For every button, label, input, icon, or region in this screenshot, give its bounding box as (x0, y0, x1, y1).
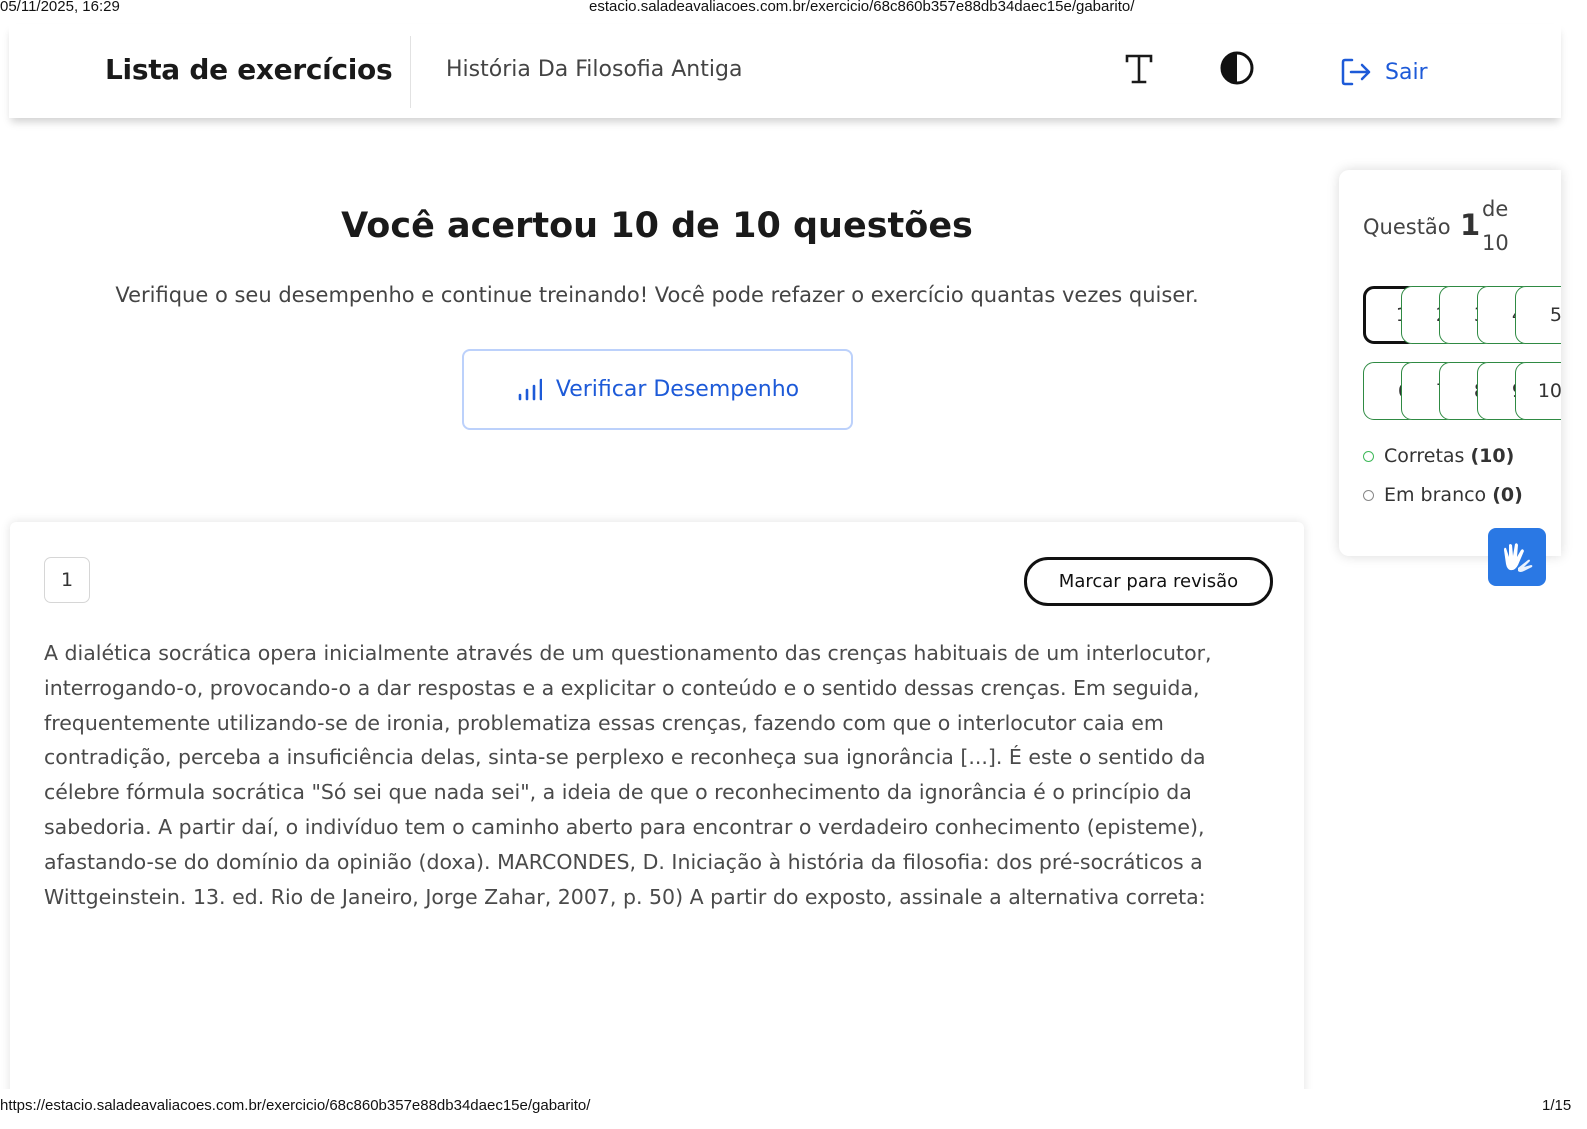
legend-correct-label: Corretas (1384, 445, 1465, 467)
navigator-current: 1 (1460, 208, 1481, 242)
font-size-button[interactable] (1119, 48, 1159, 88)
navigator-total: 10 (1482, 231, 1509, 255)
footer-url: https://estacio.saladeavaliacoes.com.br/… (0, 1097, 591, 1114)
question-card: 1 Marcar para revisão A dialética socrát… (10, 522, 1304, 1102)
print-url: estacio.saladeavaliacoes.com.br/exercici… (589, 0, 1135, 15)
question-text: A dialética socrática opera inicialmente… (44, 641, 1212, 909)
bar-chart-icon (518, 378, 542, 400)
contrast-icon (1220, 51, 1254, 85)
question-number: 1 (44, 557, 90, 603)
result-subtitle: Verifique o seu desempenho e continue tr… (115, 283, 1199, 307)
question-button-5[interactable]: 5 (1515, 286, 1561, 344)
sign-language-button[interactable] (1488, 528, 1546, 586)
logout-button[interactable]: Sair (1339, 54, 1428, 90)
print-datetime: 05/11/2025, 16:29 (0, 0, 120, 15)
navigator-label: Questão (1363, 215, 1451, 239)
legend-correct-count: (10) (1470, 445, 1515, 467)
app-header: Lista de exercícios História Da Filosofi… (9, 24, 1561, 118)
legend-blank: Em branco (0) (1363, 484, 1523, 506)
contrast-button[interactable] (1217, 48, 1257, 88)
header-divider (410, 36, 411, 108)
logout-label: Sair (1385, 59, 1428, 85)
logout-icon (1341, 58, 1371, 86)
legend-blank-count: (0) (1492, 484, 1523, 506)
check-performance-label: Verificar Desempenho (555, 377, 800, 402)
legend-blank-label: Em branco (1384, 484, 1487, 506)
question-button-10[interactable]: 10 (1515, 362, 1561, 420)
navigator-of: de (1482, 197, 1509, 221)
result-title: Você acertou 10 de 10 questões (341, 206, 973, 246)
check-performance-button[interactable]: Verificar Desempenho (462, 349, 853, 430)
question-navigator: Questão 1 de 10 1 2 3 4 5 6 7 8 9 10 Cor… (1339, 170, 1561, 556)
text-size-icon (1125, 54, 1153, 84)
legend-correct: Corretas (10) (1363, 445, 1514, 467)
page-title: Lista de exercícios (105, 53, 393, 86)
mark-for-review-button[interactable]: Marcar para revisão (1024, 557, 1273, 606)
legend-blank-dot (1363, 489, 1374, 501)
sign-language-icon (1504, 543, 1533, 572)
course-name: História Da Filosofia Antiga (446, 57, 743, 82)
footer-page: 1/15 (1542, 1097, 1572, 1114)
legend-correct-dot (1363, 450, 1374, 462)
